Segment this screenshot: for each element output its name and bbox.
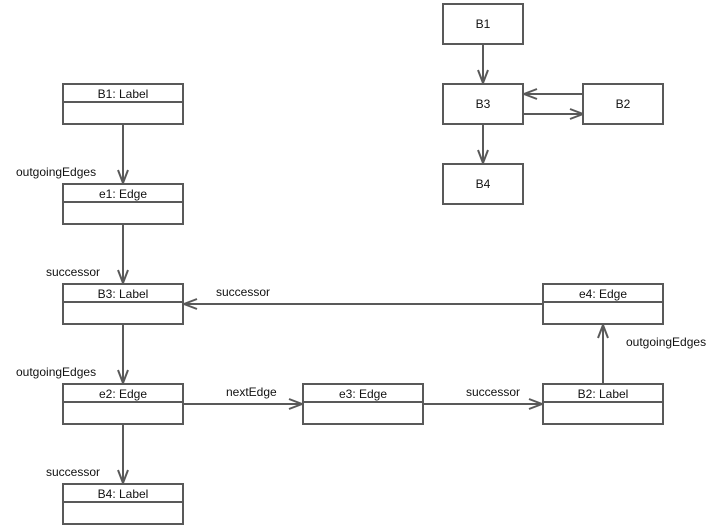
- cfg-edge-b2-b3: [521, 88, 583, 100]
- object-title: e1: Edge: [99, 187, 147, 201]
- link-b3-e2: outgoingEdges: [16, 324, 129, 386]
- cfg-node-label: B2: [616, 97, 631, 111]
- cfg-graph: B1 B3 B2 B4: [442, 3, 664, 205]
- cfg-node-b1[interactable]: B1: [442, 3, 524, 45]
- object-title: B1: Label: [98, 87, 149, 101]
- object-e1[interactable]: e1: Edge: [62, 183, 184, 225]
- object-b3[interactable]: B3: Label: [62, 283, 184, 325]
- link-b1-e1: outgoingEdges: [16, 124, 129, 186]
- link-label: outgoingEdges: [16, 165, 96, 179]
- cfg-node-b4[interactable]: B4: [442, 163, 524, 205]
- object-b4[interactable]: B4: Label: [62, 483, 184, 525]
- link-b2-e4: outgoingEdges: [597, 322, 706, 384]
- object-title: B4: Label: [98, 487, 149, 501]
- cfg-node-label: B1: [476, 17, 491, 31]
- cfg-edge-b1-b3: [477, 44, 489, 86]
- link-label: outgoingEdges: [16, 365, 96, 379]
- object-diagram: outgoingEdges successor outgoingEdges su…: [16, 83, 706, 525]
- object-title: e2: Edge: [99, 387, 147, 401]
- diagram-canvas: B1 B3 B2 B4 outgoingEdges successor outg…: [16, 3, 706, 525]
- cfg-node-label: B3: [476, 97, 491, 111]
- cfg-node-label: B4: [476, 177, 491, 191]
- object-b2[interactable]: B2: Label: [542, 383, 664, 425]
- object-title: B3: Label: [98, 287, 149, 301]
- link-e3-b2: successor: [423, 385, 545, 410]
- cfg-edge-b3-b4: [477, 124, 489, 166]
- object-title: e4: Edge: [579, 287, 627, 301]
- object-title: e3: Edge: [339, 387, 387, 401]
- link-label: successor: [466, 385, 520, 399]
- link-e2-e3: nextEdge: [183, 385, 305, 410]
- object-e2[interactable]: e2: Edge: [62, 383, 184, 425]
- cfg-node-b3[interactable]: B3: [442, 83, 524, 125]
- link-label: outgoingEdges: [626, 335, 706, 349]
- object-b1[interactable]: B1: Label: [62, 83, 184, 125]
- link-label: successor: [216, 285, 270, 299]
- link-label: successor: [46, 465, 100, 479]
- link-label: successor: [46, 265, 100, 279]
- cfg-edge-b3-b2: [524, 108, 586, 120]
- link-e1-b3: successor: [46, 224, 129, 286]
- cfg-node-b2[interactable]: B2: [582, 83, 664, 125]
- link-e4-b3: successor: [181, 285, 543, 310]
- object-title: B2: Label: [578, 387, 629, 401]
- object-e4[interactable]: e4: Edge: [542, 283, 664, 325]
- link-e2-b4: successor: [46, 424, 129, 486]
- object-e3[interactable]: e3: Edge: [302, 383, 424, 425]
- link-label: nextEdge: [226, 385, 277, 399]
